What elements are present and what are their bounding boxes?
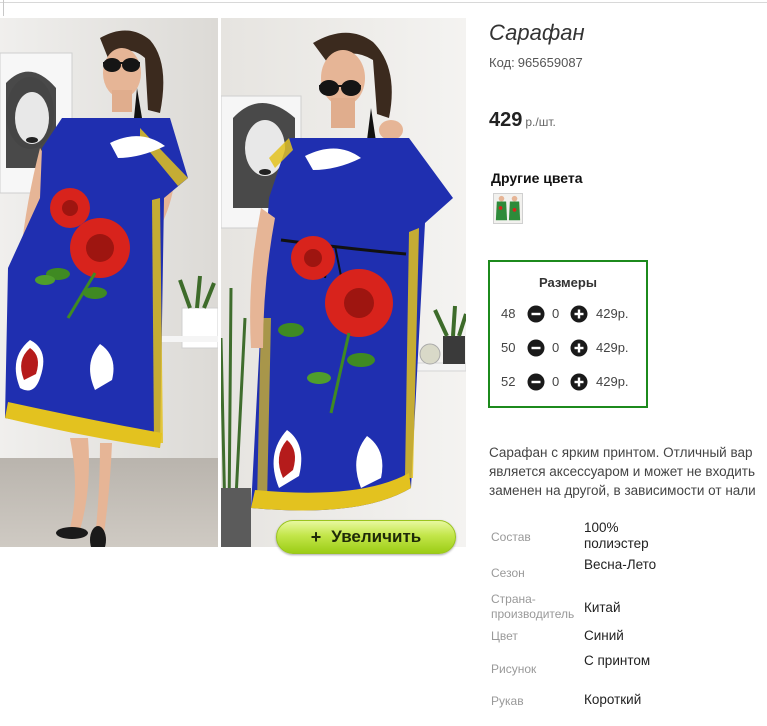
spec-value: Китай bbox=[584, 600, 621, 615]
quantity-value: 0 bbox=[552, 306, 560, 321]
price-unit: р./шт. bbox=[525, 115, 556, 129]
plus-icon[interactable] bbox=[570, 373, 588, 394]
price-value: 429 bbox=[489, 109, 523, 131]
spec-name: Состав bbox=[491, 530, 531, 544]
size-price: 429р. bbox=[596, 374, 629, 389]
plus-icon: + bbox=[310, 527, 322, 547]
plus-icon[interactable] bbox=[570, 305, 588, 326]
other-color-thumbnail[interactable] bbox=[493, 193, 523, 224]
size-price: 429р. bbox=[596, 340, 629, 355]
minus-icon[interactable] bbox=[527, 305, 545, 326]
size-row: 48 0 429р. bbox=[490, 304, 646, 324]
spec-name: Рисунок bbox=[491, 662, 537, 676]
spec-name: Рукав bbox=[491, 694, 524, 708]
other-colors-title: Другие цвета bbox=[491, 170, 583, 186]
product-photo-front[interactable] bbox=[0, 18, 218, 547]
spec-name: Сезон bbox=[491, 566, 525, 580]
quantity-value: 0 bbox=[552, 374, 560, 389]
product-photo-belted-image bbox=[221, 18, 466, 547]
product-price: 429 р./шт. bbox=[489, 109, 556, 132]
zoom-button[interactable]: + Увеличить bbox=[276, 520, 456, 554]
spec-value: Синий bbox=[584, 628, 624, 643]
sku-label: Код: bbox=[489, 55, 515, 70]
top-divider bbox=[0, 2, 767, 3]
sku-value: 965659087 bbox=[517, 55, 583, 70]
product-title: Сарафан bbox=[489, 20, 585, 45]
size-label: 52 bbox=[501, 374, 516, 389]
sizes-panel: Размеры 48 0 429р. 50 0 429р. 52 0 429р. bbox=[488, 260, 648, 408]
size-price: 429р. bbox=[596, 306, 629, 321]
quantity-value: 0 bbox=[552, 340, 560, 355]
product-photo-front-image bbox=[0, 18, 218, 547]
sizes-title: Размеры bbox=[539, 275, 597, 290]
product-description: Сарафан с ярким принтом. Отличный вар яв… bbox=[489, 443, 767, 500]
spec-name: Страна-производитель bbox=[491, 592, 575, 621]
plus-icon[interactable] bbox=[570, 339, 588, 360]
top-divider-tick bbox=[3, 0, 4, 16]
description-line: заменен на другой, в зависимости от нали bbox=[489, 483, 756, 498]
spec-name: Цвет bbox=[491, 629, 518, 643]
size-row: 52 0 429р. bbox=[490, 372, 646, 392]
zoom-button-label: Увеличить bbox=[331, 527, 422, 546]
product-gallery: + Увеличить bbox=[0, 18, 466, 554]
minus-icon[interactable] bbox=[527, 373, 545, 394]
spec-value: 100% полиэстер bbox=[584, 520, 649, 551]
minus-icon[interactable] bbox=[527, 339, 545, 360]
other-color-thumbnail-image bbox=[494, 194, 522, 223]
spec-value: Весна-Лето bbox=[584, 557, 657, 572]
product-page: + Увеличить Сарафан Код: 965659087 429 р./… bbox=[0, 0, 767, 726]
size-label: 50 bbox=[501, 340, 516, 355]
size-row: 50 0 429р. bbox=[490, 338, 646, 358]
description-line: является аксессуаром и может не входить bbox=[489, 464, 756, 479]
description-line: Сарафан с ярким принтом. Отличный вар bbox=[489, 445, 753, 460]
size-label: 48 bbox=[501, 306, 516, 321]
spec-value: Короткий bbox=[584, 692, 642, 707]
product-photo-belted[interactable] bbox=[221, 18, 466, 547]
spec-value: С принтом bbox=[584, 653, 651, 668]
product-sku: Код: 965659087 bbox=[489, 55, 583, 70]
